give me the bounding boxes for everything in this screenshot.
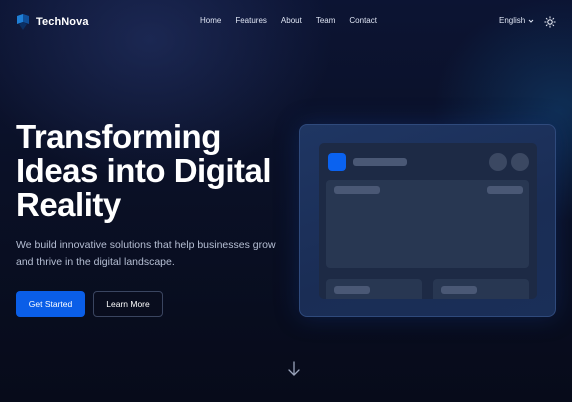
learn-more-button[interactable]: Learn More [93, 291, 163, 317]
scroll-down-button[interactable] [287, 361, 301, 377]
dashboard-mockup-illustration [299, 124, 556, 317]
chevron-down-icon [528, 19, 534, 23]
hero-title: Transforming Ideas into Digital Reality [16, 118, 272, 223]
hero-subtitle: We build innovative solutions that help … [16, 239, 276, 268]
mockup-main-panel [326, 180, 529, 268]
mockup-window [319, 143, 537, 299]
mockup-text-placeholder [487, 186, 523, 194]
theme-toggle-button[interactable] [544, 16, 556, 28]
mockup-title-placeholder [353, 158, 407, 166]
main-nav: Home Features About Team Contact [200, 16, 391, 25]
top-navbar: TechNova Home Features About Team Contac… [0, 0, 572, 44]
brand-logo[interactable]: TechNova [16, 12, 89, 32]
mockup-card [433, 279, 529, 299]
nav-link-about[interactable]: About [281, 16, 302, 25]
nav-link-features[interactable]: Features [235, 16, 267, 25]
mockup-text-placeholder [334, 186, 380, 194]
nav-link-team[interactable]: Team [316, 16, 336, 25]
mockup-avatar-placeholder [511, 153, 529, 171]
mockup-card [326, 279, 422, 299]
arrow-down-icon [288, 361, 300, 376]
technova-logo-icon [17, 14, 29, 30]
language-selector[interactable]: English [499, 16, 534, 25]
nav-link-contact[interactable]: Contact [349, 16, 377, 25]
nav-link-home[interactable]: Home [200, 16, 221, 25]
mockup-avatar-placeholder [489, 153, 507, 171]
get-started-button[interactable]: Get Started [16, 291, 85, 317]
mockup-text-placeholder [441, 286, 477, 294]
brand-name: TechNova [36, 16, 89, 28]
language-label: English [499, 16, 526, 25]
sun-icon [544, 16, 556, 28]
mockup-text-placeholder [334, 286, 370, 294]
mockup-app-icon [328, 153, 346, 171]
